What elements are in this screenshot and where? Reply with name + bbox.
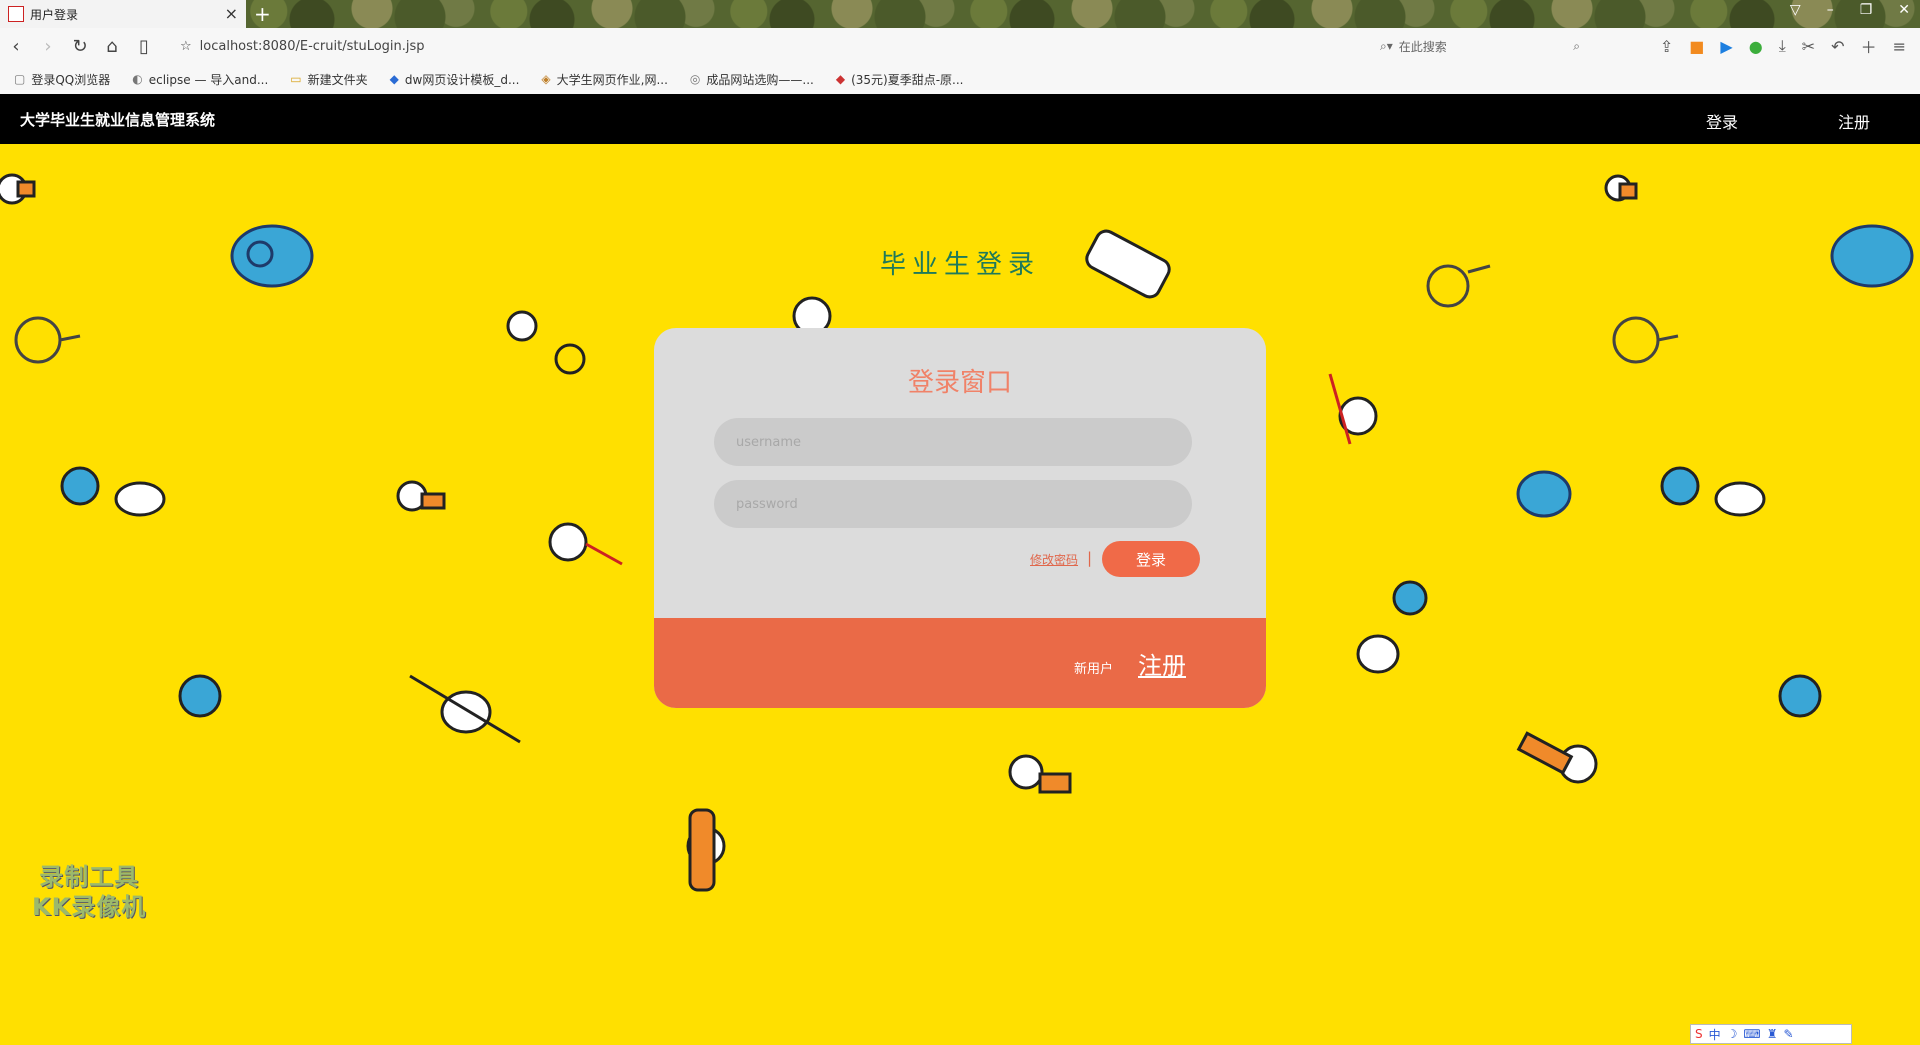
new-tab-button[interactable]: + (254, 2, 271, 26)
wechat-icon[interactable]: ● (1749, 37, 1763, 56)
recorder-watermark: 录制工具 KK录像机 (32, 863, 147, 921)
minimize-icon[interactable]: – (1827, 2, 1834, 18)
browser-tab-strip: 用户登录 × + ▽ – ❐ ✕ (0, 0, 1920, 28)
bookmark-item[interactable]: ◆ dw网页设计模板_d... (390, 71, 520, 88)
toolbar-icons: ⇪ ■ ▶ ● ⤓ ✂ ↶ ＋ ≡ (1660, 28, 1906, 64)
video-icon[interactable]: ■ (1689, 37, 1704, 56)
star-icon[interactable]: ☆ (180, 39, 192, 54)
character-icon (14, 316, 81, 364)
header-login-link[interactable]: 登录 (1706, 109, 1738, 133)
url-text: localhost:8080/E-cruit/stuLogin.jsp (199, 38, 425, 54)
home-icon[interactable]: ⌂ (96, 36, 128, 57)
link-icon: ◆ (835, 72, 846, 86)
back-arrow-icon[interactable]: ‹ (0, 36, 32, 57)
character-icon (1516, 470, 1572, 518)
shirt-icon: ♜ (1766, 1027, 1778, 1041)
character-icon (686, 808, 726, 892)
bookmark-item[interactable]: ◆ (35元)夏季甜点-原... (836, 71, 964, 88)
tab-title: 用户登录 (30, 7, 79, 22)
character-icon (1328, 373, 1378, 445)
bookmark-item[interactable]: ◎ 成品网站选购——... (690, 71, 814, 88)
login-card-footer: 新用户 注册 (654, 618, 1266, 708)
link-icon: ◆ (389, 72, 399, 86)
browser-tab-active[interactable]: 用户登录 × (0, 0, 246, 28)
search-engine-icon[interactable]: ⌕▾ (1380, 39, 1393, 54)
search-placeholder: 在此搜索 (1398, 39, 1447, 54)
bookmark-item[interactable]: ◐ eclipse — 导入and... (132, 71, 268, 88)
eclipse-icon: ◐ (132, 72, 143, 86)
keyboard-icon: ⌨ (1743, 1027, 1761, 1041)
character-icon (1778, 674, 1822, 718)
register-link[interactable]: 注册 (1138, 646, 1186, 681)
link-separator: | (1087, 549, 1093, 567)
change-password-link[interactable]: 修改密码 (1030, 551, 1078, 568)
bookmarks-bar: ▢ 登录QQ浏览器 ◐ eclipse — 导入and... ▭ 新建文件夹 ◆ dw网… (0, 64, 1920, 95)
character-icon (60, 466, 166, 517)
login-card-title: 登录窗口 (907, 368, 1012, 398)
menu-icon[interactable]: ≡ (1893, 37, 1906, 56)
character-icon (178, 674, 222, 718)
character-icon (1660, 466, 1766, 517)
character-icon (1612, 316, 1679, 364)
search-box[interactable]: ⌕▾ 在此搜索 ⌕ (1380, 34, 1580, 58)
forward-arrow-icon[interactable]: › (32, 36, 64, 57)
box-icon: ◈ (541, 72, 551, 86)
password-input[interactable] (714, 480, 1192, 528)
add-icon[interactable]: ＋ (1861, 34, 1877, 58)
character-icon (0, 173, 36, 205)
ime-mode-label: 中 (1708, 1027, 1721, 1042)
url-field[interactable]: ☆ localhost:8080/E-cruit/stuLogin.jsp (180, 39, 425, 54)
wrench-icon: ✎ (1783, 1027, 1794, 1041)
undo-icon[interactable]: ↶ (1831, 37, 1844, 56)
bookmark-item[interactable]: ▭ 新建文件夹 (290, 71, 367, 88)
skin-icon[interactable]: ▽ (1790, 2, 1801, 18)
site-brand[interactable]: 大学毕业生就业信息管理系统 (20, 109, 215, 130)
window-close-icon[interactable]: ✕ (1898, 2, 1910, 18)
page-favicon-icon (8, 6, 24, 22)
page-title: 毕业生登录 (879, 250, 1040, 280)
share-icon[interactable]: ⇪ (1660, 37, 1673, 56)
bookmark-item[interactable]: ▢ 登录QQ浏览器 (14, 71, 110, 88)
character-icon (1356, 580, 1428, 674)
reader-icon[interactable]: ▯ (128, 36, 160, 57)
globe-icon: ◎ (689, 72, 701, 86)
header-register-link[interactable]: 注册 (1838, 109, 1870, 133)
page-icon: ▢ (14, 72, 26, 86)
play-icon[interactable]: ▶ (1720, 37, 1732, 56)
reload-icon[interactable]: ↻ (64, 36, 96, 57)
tab-close-icon[interactable]: × (225, 4, 238, 23)
address-toolbar: ‹ › ↻ ⌂ ▯ ☆ localhost:8080/E-cruit/stuLo… (0, 28, 1920, 65)
character-icon (506, 310, 586, 375)
character-icon (409, 674, 521, 744)
character-icon (1516, 731, 1598, 784)
download-icon[interactable]: ⤓ (1779, 36, 1786, 56)
character-icon (1008, 754, 1072, 794)
site-header: 大学毕业生就业信息管理系统 登录 注册 (0, 94, 1920, 144)
character-icon (396, 480, 446, 512)
moon-icon: ☽ (1726, 1027, 1738, 1041)
character-icon (1604, 174, 1638, 202)
sogou-icon: S (1695, 1027, 1703, 1041)
folder-icon: ▭ (290, 72, 302, 86)
username-input[interactable] (714, 418, 1192, 466)
login-card: 登录窗口 修改密码 | 登录 新用户 注册 (654, 328, 1266, 708)
window-controls: ▽ – ❐ ✕ (1790, 2, 1910, 18)
restore-icon[interactable]: ❐ (1860, 2, 1873, 18)
scissors-icon[interactable]: ✂ (1802, 37, 1815, 56)
login-button[interactable]: 登录 (1102, 541, 1200, 577)
search-icon[interactable]: ⌕ (1573, 39, 1580, 54)
ime-toolbar[interactable]: S 中 ☽ ⌨ ♜ ✎ (1690, 1024, 1852, 1044)
new-user-label: 新用户 (1074, 662, 1114, 677)
character-icon (548, 522, 623, 566)
bookmark-item[interactable]: ◈ 大学生网页作业,网... (541, 71, 668, 88)
